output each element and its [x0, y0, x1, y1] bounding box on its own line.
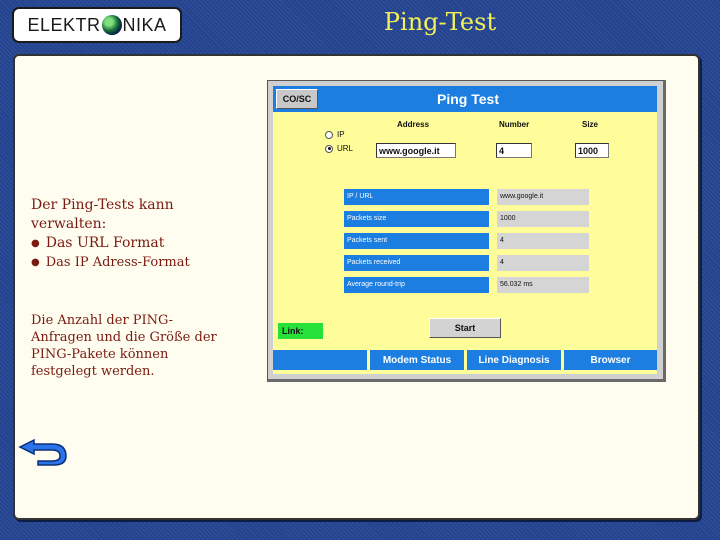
- nav-blank: [273, 350, 367, 370]
- bullet-icon: ●: [31, 257, 40, 268]
- elektronika-logo: ELEKTR NIKA: [12, 7, 182, 43]
- result-label: Packets sent: [344, 233, 489, 249]
- bullet-icon: ●: [31, 238, 40, 249]
- radio-url-circle[interactable]: [325, 144, 333, 153]
- link-status: Link:: [278, 323, 323, 339]
- globe-icon: [101, 15, 122, 35]
- slide-title: Ping-Test: [383, 8, 497, 36]
- nav-browser[interactable]: Browser: [564, 350, 657, 370]
- radio-url[interactable]: URL: [325, 144, 353, 153]
- start-button[interactable]: Start: [429, 318, 501, 338]
- result-value: 4: [497, 233, 589, 249]
- logo-text-left: ELEKTR: [27, 14, 101, 35]
- back-arrow-icon[interactable]: [14, 434, 70, 468]
- nav-line-diagnosis[interactable]: Line Diagnosis: [467, 350, 561, 370]
- result-label: Packets received: [344, 255, 489, 271]
- size-header: Size: [582, 120, 599, 129]
- result-row: Packets sent 4: [344, 233, 589, 249]
- result-row: Packets size 1000: [344, 211, 589, 227]
- result-value: 1000: [497, 211, 589, 227]
- result-value: 4: [497, 255, 589, 271]
- result-value: www.google.it: [497, 189, 589, 205]
- logo-text-right: NIKA: [122, 14, 167, 35]
- result-row: Packets received 4: [344, 255, 589, 271]
- result-label: Packets size: [344, 211, 489, 227]
- description-paragraph: Die Anzahl der PING-Anfragen und die Grö…: [31, 313, 217, 379]
- bullet-url: ● Das URL Format: [31, 235, 165, 251]
- address-header: Address: [397, 120, 430, 129]
- result-value: 56.032 ms: [497, 277, 589, 293]
- result-row: Average round-trip 56.032 ms: [344, 277, 589, 293]
- bullet-ip: ● Das IP Adress-Format: [31, 255, 190, 270]
- nav-modem-status[interactable]: Modem Status: [370, 350, 464, 370]
- result-label: Average round-trip: [344, 277, 489, 293]
- cosc-button[interactable]: CO/SC: [276, 89, 318, 109]
- ping-test-window: CO/SC Ping Test Address Number Size IP U…: [267, 80, 666, 382]
- app-title: Ping Test: [437, 91, 499, 107]
- description: Der Ping-Tests kann verwalten: ● Das URL …: [31, 196, 231, 272]
- number-header: Number: [499, 120, 530, 129]
- radio-ip[interactable]: IP: [325, 130, 345, 139]
- number-input[interactable]: 4: [496, 143, 532, 158]
- description-heading: Der Ping-Tests kann verwalten:: [31, 197, 174, 232]
- radio-ip-circle[interactable]: [325, 130, 333, 139]
- app-title-bar: CO/SC Ping Test: [273, 86, 657, 112]
- app-nav-bar: Modem Status Line Diagnosis Browser: [273, 350, 657, 370]
- size-input[interactable]: 1000: [575, 143, 609, 158]
- address-input[interactable]: www.google.it: [376, 143, 456, 158]
- ping-test-content: CO/SC Ping Test Address Number Size IP U…: [273, 86, 657, 374]
- result-label: IP / URL: [344, 189, 489, 205]
- result-row: IP / URL www.google.it: [344, 189, 589, 205]
